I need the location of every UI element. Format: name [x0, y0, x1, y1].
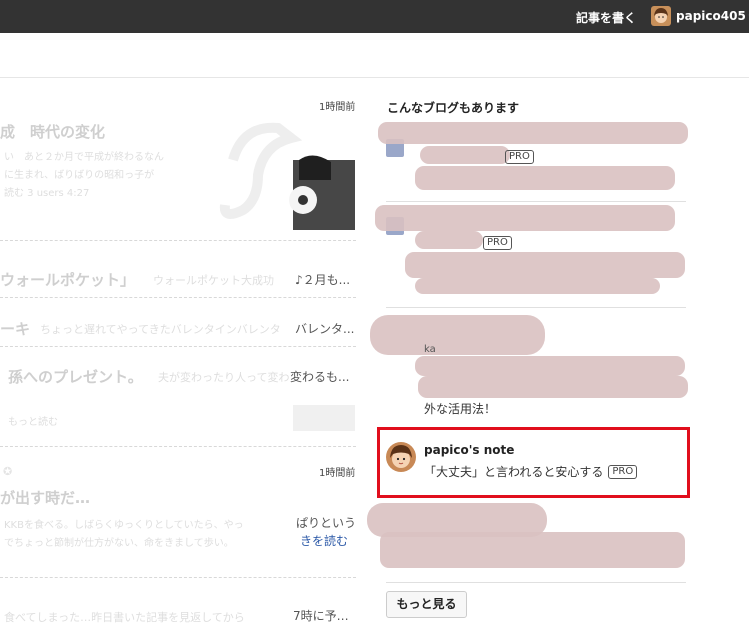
entry-excerpt: ウォールポケット大成功 [153, 274, 274, 287]
blog-divider [386, 582, 686, 583]
top-bar: 記事を書く papico405 ▾ [0, 0, 749, 33]
entry-truncated: ♪２月も... [295, 273, 351, 287]
loading-placeholder [293, 405, 355, 431]
entry-thumbnail[interactable] [213, 120, 355, 230]
redacted-blur [415, 166, 675, 190]
entry-excerpt: KKBを食べる。しばらくゆっくりとしていたら、やっ [4, 520, 244, 531]
redacted-blur [415, 278, 660, 294]
redacted-blur [420, 146, 510, 164]
entry-excerpt: い あと２か月で平成が終わるなん [4, 152, 164, 163]
redacted-blur [418, 376, 688, 398]
blog-description: 「大丈夫」と言われると安心する PRO [424, 463, 638, 480]
entry-title[interactable]: 成 時代の変化 [0, 121, 105, 142]
redacted-blur [380, 532, 685, 568]
entry-meta: 読む 3 users 4:27 [4, 188, 90, 199]
redacted-blur [370, 315, 545, 355]
username: papico405 [676, 9, 746, 23]
blog-avatar-icon [386, 442, 416, 472]
redacted-blur [378, 122, 688, 144]
blog-name[interactable]: papico's note [424, 443, 514, 457]
blog-name-fragment: ka [424, 344, 436, 355]
pro-badge: PRO [505, 150, 534, 164]
blog-divider [386, 307, 686, 308]
user-avatar-icon [651, 6, 671, 26]
blog-divider [386, 201, 686, 202]
entry-excerpt: 夫が変わったり人って変わ [158, 371, 290, 384]
entry-divider [0, 297, 356, 298]
entry-title[interactable]: ウォールポケット」 [0, 269, 135, 290]
entry-excerpt: に生まれ、ばりばりの昭和っ子が [4, 170, 155, 181]
entry-time: 1時間前 [319, 468, 356, 479]
entry-divider [0, 577, 356, 578]
redacted-blur [405, 252, 685, 278]
entry-truncated: ぱりという [296, 516, 357, 530]
blog-desc-fragment: 外な活用法！ [424, 402, 497, 416]
entry-title[interactable]: が出す時だ… [0, 487, 90, 508]
entry-time: 1時間前 [319, 102, 356, 113]
redacted-blur [375, 205, 675, 231]
pro-badge: PRO [608, 464, 638, 479]
entry-divider [0, 240, 356, 241]
blog-description-text: 「大丈夫」と言われると安心する [424, 465, 604, 479]
entry-title[interactable]: ーキ [0, 318, 30, 339]
entry-divider [0, 446, 356, 447]
entry-excerpt: 食べてしまった…昨日書いた記事を見返してから [4, 611, 245, 624]
write-article-link[interactable]: 記事を書く [576, 9, 636, 26]
entry-truncated: バレンタ... [295, 322, 355, 336]
redacted-blur [415, 231, 483, 249]
read-more-link[interactable]: もっと読む [8, 413, 58, 428]
entry-truncated: 7時に予… [293, 609, 349, 623]
entry-title[interactable]: 孫へのプレゼント。 [8, 366, 143, 387]
redacted-blur [415, 356, 685, 376]
entry-divider [0, 346, 356, 347]
star-icon: ✪ [3, 465, 13, 478]
continue-reading-link[interactable]: きを読む [300, 532, 348, 549]
entry-truncated: 変わるも... [290, 370, 350, 384]
pro-badge: PRO [483, 236, 512, 250]
user-menu[interactable]: papico405 ▾ [651, 5, 749, 27]
header-divider [0, 77, 749, 78]
entry-excerpt: ちょっと遅れてやってきたバレンタインバレンタ [40, 323, 281, 336]
more-button[interactable]: もっと見る [386, 591, 467, 618]
entry-excerpt: でちょっと節制が仕方がない、命をきまして歩い。 [4, 538, 234, 549]
section-title: こんなブログもあります [387, 101, 520, 115]
